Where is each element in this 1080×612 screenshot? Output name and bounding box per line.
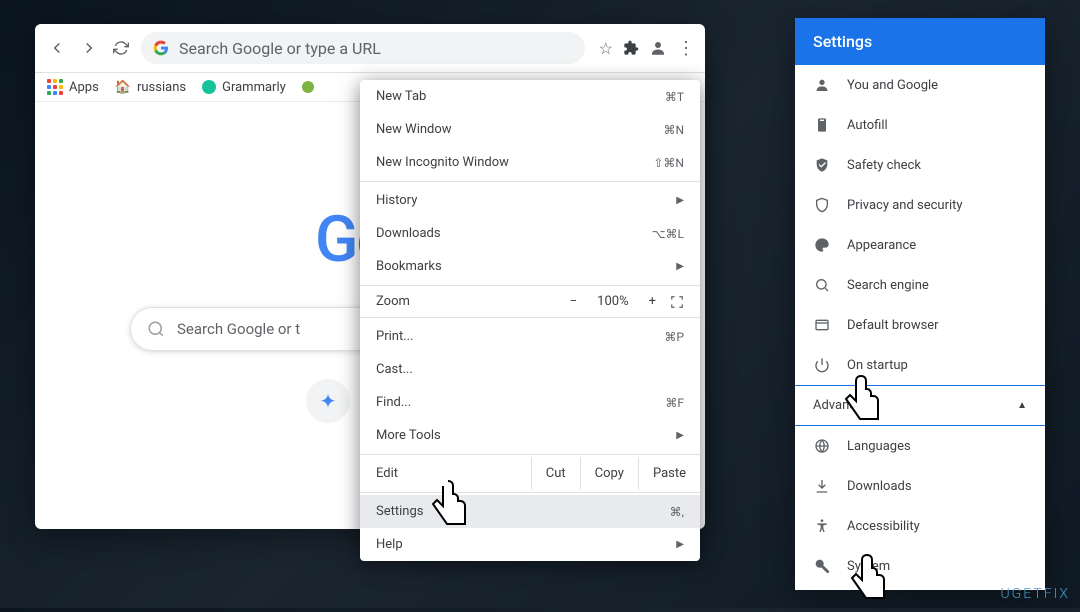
toolbar-actions: ☆ ⋮: [593, 38, 695, 59]
bookmark-dot[interactable]: [302, 81, 314, 93]
menu-separator: [360, 285, 700, 286]
menu-cast[interactable]: Cast...: [360, 353, 700, 386]
profile-icon[interactable]: [649, 39, 667, 57]
settings-search-engine[interactable]: Search engine: [795, 265, 1045, 305]
power-icon: [813, 357, 831, 373]
chrome-main-menu: New Tab⌘T New Window⌘N New Incognito Win…: [360, 80, 700, 561]
fullscreen-icon[interactable]: [670, 295, 684, 309]
chevron-right-icon: ▶: [676, 195, 684, 206]
menu-separator: [360, 181, 700, 182]
shortcut-tile[interactable]: ✦: [306, 379, 350, 423]
chevron-up-icon: ▲: [1017, 400, 1027, 411]
palette-icon: [813, 237, 831, 253]
menu-zoom: Zoom − 100% +: [360, 288, 700, 315]
forward-button[interactable]: [77, 36, 101, 60]
settings-advanced[interactable]: Advanced▲: [795, 385, 1045, 426]
edit-paste[interactable]: Paste: [638, 457, 700, 490]
accessibility-icon: [813, 518, 831, 534]
zoom-in-button[interactable]: +: [649, 294, 656, 309]
menu-edit: Edit Cut Copy Paste: [360, 457, 700, 490]
menu-icon[interactable]: ⋮: [677, 38, 695, 59]
search-icon: [813, 277, 831, 293]
settings-default-browser[interactable]: Default browser: [795, 305, 1045, 345]
menu-downloads[interactable]: Downloads⌥⌘L: [360, 217, 700, 250]
bookmark-label: Grammarly: [222, 80, 286, 95]
browser-icon: [813, 317, 831, 333]
star-icon[interactable]: ☆: [599, 39, 613, 58]
house-icon: 🏠: [115, 80, 131, 95]
extensions-icon[interactable]: [623, 40, 639, 56]
menu-settings[interactable]: Settings⌘,: [360, 495, 700, 528]
wrench-icon: [813, 558, 831, 574]
settings-system[interactable]: System: [795, 546, 1045, 586]
search-placeholder: Search Google or t: [177, 320, 300, 338]
menu-find[interactable]: Find...⌘F: [360, 386, 700, 419]
chevron-right-icon: ▶: [676, 430, 684, 441]
grammarly-icon: [202, 80, 216, 94]
menu-more-tools[interactable]: More Tools▶: [360, 419, 700, 452]
back-button[interactable]: [45, 36, 69, 60]
menu-new-window[interactable]: New Window⌘N: [360, 113, 700, 146]
google-g-icon: [153, 40, 169, 56]
settings-you-google[interactable]: You and Google: [795, 65, 1045, 105]
chevron-right-icon: ▶: [676, 261, 684, 272]
zoom-out-button[interactable]: −: [570, 294, 577, 309]
address-bar[interactable]: Search Google or type a URL: [141, 32, 585, 64]
watermark: UGETFIX: [1000, 586, 1070, 602]
menu-help[interactable]: Help▶: [360, 528, 700, 561]
settings-downloads[interactable]: Downloads: [795, 466, 1045, 506]
bookmark-grammarly[interactable]: Grammarly: [202, 80, 286, 95]
settings-autofill[interactable]: Autofill: [795, 105, 1045, 145]
settings-startup[interactable]: On startup: [795, 345, 1045, 385]
menu-separator: [360, 317, 700, 318]
settings-title: Settings: [795, 18, 1045, 65]
menu-history[interactable]: History▶: [360, 184, 700, 217]
apps-bookmark[interactable]: Apps: [47, 79, 99, 95]
shield-icon: [813, 197, 831, 213]
browser-toolbar: Search Google or type a URL ☆ ⋮: [35, 24, 705, 73]
settings-accessibility[interactable]: Accessibility: [795, 506, 1045, 546]
bookmark-label: russians: [137, 80, 186, 95]
person-icon: [813, 77, 831, 93]
download-icon: [813, 478, 831, 494]
chevron-right-icon: ▶: [676, 539, 684, 550]
edit-copy[interactable]: Copy: [580, 457, 638, 490]
edit-cut[interactable]: Cut: [531, 457, 580, 490]
settings-privacy[interactable]: Privacy and security: [795, 185, 1045, 225]
bookmark-russians[interactable]: 🏠 russians: [115, 80, 186, 95]
bookmark-label: Apps: [69, 80, 99, 95]
search-icon: [147, 320, 165, 338]
apps-grid-icon: [47, 79, 63, 95]
globe-icon: [813, 438, 831, 454]
settings-languages[interactable]: Languages: [795, 426, 1045, 466]
shield-check-icon: [813, 157, 831, 173]
menu-print[interactable]: Print...⌘P: [360, 320, 700, 353]
clipboard-icon: [813, 117, 831, 133]
menu-separator: [360, 492, 700, 493]
omnibox-placeholder: Search Google or type a URL: [179, 39, 381, 58]
settings-panel: Settings You and Google Autofill Safety …: [795, 18, 1045, 590]
settings-safety[interactable]: Safety check: [795, 145, 1045, 185]
menu-new-tab[interactable]: New Tab⌘T: [360, 80, 700, 113]
reload-button[interactable]: [109, 36, 133, 60]
menu-bookmarks[interactable]: Bookmarks▶: [360, 250, 700, 283]
settings-appearance[interactable]: Appearance: [795, 225, 1045, 265]
menu-separator: [360, 454, 700, 455]
menu-new-incognito[interactable]: New Incognito Window⇧⌘N: [360, 146, 700, 179]
zoom-value: 100%: [591, 294, 634, 309]
